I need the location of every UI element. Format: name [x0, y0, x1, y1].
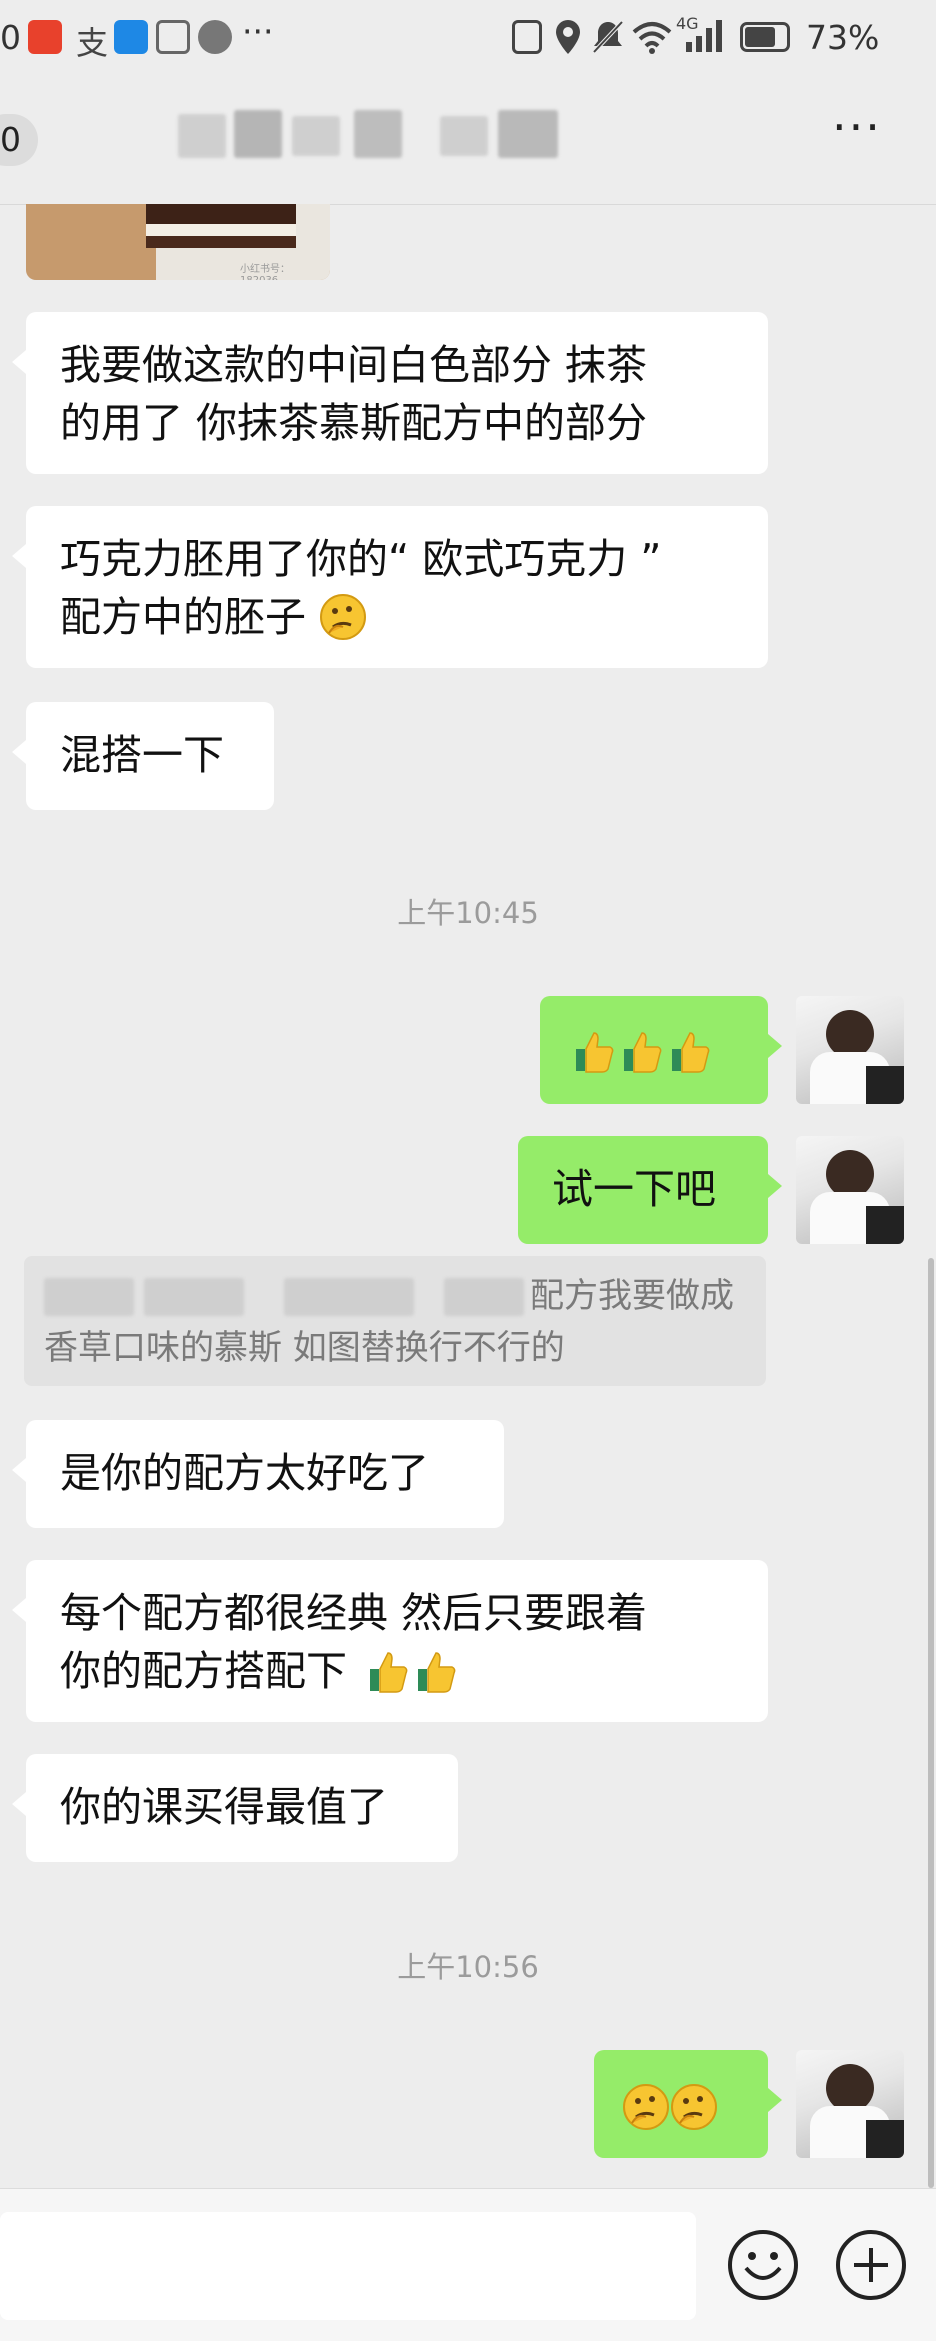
plus-icon: [854, 2248, 888, 2282]
status-bar: 0 支 ··· 4G 73%: [0, 0, 936, 76]
message-bubble-sent[interactable]: [594, 2050, 782, 2158]
message-input[interactable]: [0, 2212, 696, 2320]
search-app-icon: [114, 20, 148, 54]
location-icon: [556, 20, 580, 54]
message-bubble[interactable]: 巧克力胚用了你的“ 欧式巧克力 ” 配方中的胚子: [12, 506, 768, 668]
user-avatar[interactable]: [796, 996, 904, 1104]
quoted-text-line1: 配方我要做成: [530, 1276, 734, 1316]
smiley-icon: [744, 2252, 782, 2280]
mute-bell-icon: [592, 20, 624, 54]
wifi-icon: [632, 22, 672, 54]
message-bubble[interactable]: 是你的配方太好吃了: [12, 1420, 504, 1528]
thinking-face-icon: [320, 594, 367, 640]
message-bubble[interactable]: 我要做这款的中间白色部分 抹茶 的用了 你抹茶慕斯配方中的部分: [12, 312, 768, 474]
hand-icon: [156, 20, 190, 54]
thumbs-up-icon: [624, 1032, 662, 1073]
thumbs-up-icon: [672, 1032, 710, 1073]
status-more: ···: [242, 12, 274, 51]
user-avatar[interactable]: [796, 2050, 904, 2158]
message-bubble[interactable]: 混搭一下: [12, 702, 274, 810]
message-text: 是你的配方太好吃了: [60, 1449, 429, 1497]
more-actions-button[interactable]: [836, 2230, 906, 2300]
timestamp: 上午10:56: [397, 1950, 539, 1984]
thinking-face-icon: [671, 2084, 717, 2130]
message-bubble-sent[interactable]: [540, 996, 782, 1104]
taobao-icon: [28, 20, 62, 54]
message-text: 每个配方都很经典 然后只要跟着: [60, 1589, 648, 1637]
message-text: 你的配方搭配下: [60, 1647, 347, 1695]
alipay-icon: 支: [76, 24, 109, 62]
thumbs-up-icon: [576, 1032, 614, 1073]
message-text: 巧克力胚用了你的“ 欧式巧克力 ”: [60, 535, 662, 583]
more-options-button[interactable]: ···: [832, 100, 882, 154]
message-bubble[interactable]: 每个配方都很经典 然后只要跟着 你的配方搭配下: [12, 1560, 768, 1722]
message-text: 混搭一下: [60, 731, 224, 779]
message-text: 我要做这款的中间白色部分 抹茶: [60, 341, 648, 389]
image-caption: 小红书号：182036...: [240, 264, 290, 280]
unread-count: 0: [0, 120, 21, 159]
message-text: 试一下吧: [552, 1165, 716, 1213]
quoted-text-line2: 香草口味的慕斯 如图替换行不行的: [44, 1328, 565, 1368]
message-text: 的用了 你抹茶慕斯配方中的部分: [60, 399, 648, 447]
emoji-button[interactable]: [728, 2230, 798, 2300]
battery-percent: 73%: [806, 18, 880, 57]
signal-icon: [686, 20, 722, 52]
user-avatar[interactable]: [796, 1136, 904, 1244]
scrollbar[interactable]: [928, 1258, 934, 2188]
battery-icon: [740, 22, 790, 52]
message-text: 你的课买得最值了: [60, 1783, 388, 1831]
thumbs-up-icon: [418, 1652, 456, 1693]
thumbs-up-icon: [370, 1652, 408, 1693]
message-bubble-sent[interactable]: 试一下吧: [518, 1136, 782, 1244]
cake-image-message[interactable]: 小红书号：182036...: [26, 204, 330, 280]
message-bubble[interactable]: 你的课买得最值了: [12, 1754, 458, 1862]
nfc-icon: [512, 20, 542, 54]
wechat-icon: [198, 20, 232, 54]
quoted-message[interactable]: 配方我要做成 香草口味的慕斯 如图替换行不行的: [24, 1256, 766, 1386]
thinking-face-icon: [623, 2084, 669, 2130]
chat-title-redacted: [178, 106, 598, 162]
timestamp: 上午10:45: [397, 896, 539, 930]
status-left-fragment: 0: [0, 18, 21, 57]
message-text: 配方中的胚子: [60, 593, 306, 641]
